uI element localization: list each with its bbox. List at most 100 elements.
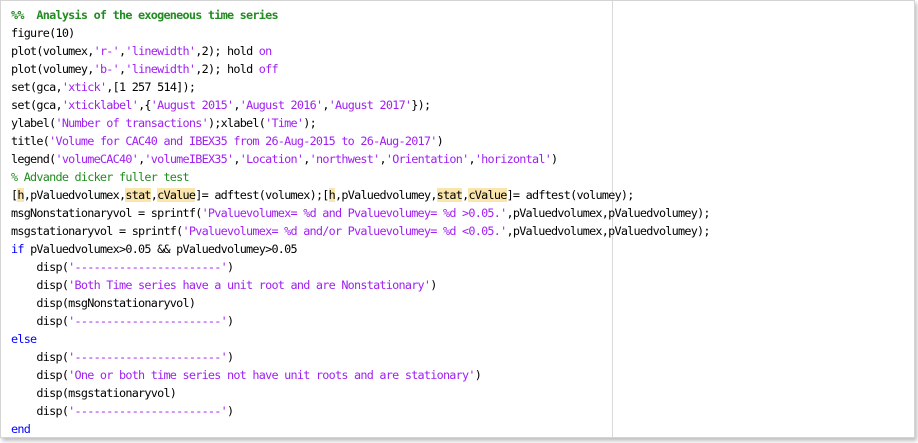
cell-title-token: %% Analysis of the exogeneous time serie…	[11, 8, 279, 22]
code-line[interactable]: legend('volumeCAC40','volumeIBEX35','Loc…	[11, 150, 710, 168]
string-token: 'Number of transactions'	[55, 116, 208, 130]
code-line[interactable]: disp('-----------------------')	[11, 402, 710, 420]
string-token: 'b-'	[93, 62, 120, 76]
string-token: 'Location'	[239, 152, 304, 166]
string-token: 'horizontal'	[474, 152, 552, 166]
code-token: ,[1 257 514]);	[106, 80, 196, 94]
code-line[interactable]: end	[11, 420, 710, 437]
code-line[interactable]: disp('Both Time series have a unit root …	[11, 276, 710, 294]
code-token: ,2); hold	[195, 44, 259, 58]
code-line[interactable]: figure(10)	[11, 24, 710, 42]
code-token: ]= adftest(volumey);	[506, 188, 635, 202]
code-editor[interactable]: %% Analysis of the exogeneous time serie…	[0, 0, 915, 438]
keyword-token: if	[11, 242, 24, 256]
string-token: '-----------------------'	[68, 404, 228, 418]
string-token: 'Volume for CAC40 and IBEX35 from 26-Aug…	[49, 134, 437, 148]
code-token: msgstationaryvol = sprintf(	[11, 224, 183, 238]
code-token: )	[226, 404, 234, 418]
code-token: ,pValuedvolumex,pValuedvolumey);	[506, 206, 711, 220]
code-token: )	[430, 278, 437, 292]
code-line[interactable]: disp('-----------------------')	[11, 348, 710, 366]
string-token: 'Both Time series have a unit root and a…	[68, 278, 431, 292]
string-token: off	[258, 62, 279, 76]
code-token: figure(10)	[11, 26, 75, 40]
code-line[interactable]: disp(msgNonstationaryvol)	[11, 294, 710, 312]
highlighted-variable: stat	[436, 188, 463, 202]
code-token: disp(	[11, 314, 69, 328]
code-token: disp(msgNonstationaryvol)	[11, 296, 196, 310]
code-line[interactable]: %% Analysis of the exogeneous time serie…	[11, 6, 710, 24]
code-line[interactable]: msgstationaryvol = sprintf('Pvaluevolume…	[11, 222, 711, 240]
string-token: 'northwest'	[309, 152, 381, 166]
code-line[interactable]: disp('-----------------------')	[11, 312, 710, 330]
code-token: ,2); hold	[195, 62, 259, 76]
code-line[interactable]: % Advande dicker fuller test	[11, 168, 710, 186]
code-token: title(	[11, 134, 50, 148]
string-token: on	[258, 44, 272, 58]
code-token: legend(	[11, 152, 56, 166]
code-line[interactable]: msgNonstationaryvol = sprintf('Pvaluevol…	[11, 204, 711, 222]
code-line[interactable]: if pValuedvolumex>0.05 && pValuedvolumey…	[11, 240, 710, 258]
code-line[interactable]: else	[11, 330, 710, 348]
code-token: disp(msgstationaryvol)	[11, 386, 177, 400]
code-token: plot(volumex,	[11, 44, 94, 58]
string-token: 'xtick'	[61, 80, 107, 94]
code-line[interactable]: set(gca,'xtick',[1 257 514]);	[11, 78, 710, 96]
string-token: 'August 2015'	[150, 98, 234, 112]
string-token: '-----------------------'	[68, 260, 228, 274]
code-line[interactable]: disp(msgstationaryvol)	[11, 384, 710, 402]
code-token: )	[226, 314, 234, 328]
string-token: 'xticklabel'	[61, 98, 139, 112]
code-token: )	[436, 134, 444, 148]
string-token: 'r-'	[93, 44, 120, 58]
string-token: '-----------------------'	[68, 314, 228, 328]
string-token: 'One or both time series not have unit r…	[68, 368, 475, 382]
string-token: 'August 2017'	[328, 98, 412, 112]
code-token: ,pValuedvolumex,pValuedvolumey);	[506, 224, 710, 238]
code-token: )	[226, 260, 234, 274]
string-token: 'volumeCAC40'	[55, 152, 139, 166]
code-token: disp(	[11, 404, 69, 418]
code-token: set(gca,	[11, 80, 63, 94]
highlighted-variable: cValue	[157, 188, 196, 202]
string-token: 'Pvaluevolumex= %d and Pvaluevolumey= %d…	[201, 206, 508, 220]
code-token: disp(	[11, 278, 69, 292]
code-token: )	[551, 152, 558, 166]
code-line[interactable]: disp('-----------------------')	[11, 258, 710, 276]
string-token: 'Orientation'	[385, 152, 469, 166]
code-token: msgNonstationaryvol = sprintf(	[11, 206, 202, 220]
code-token: });	[411, 98, 431, 112]
code-line[interactable]: plot(volumex,'r-','linewidth',2); hold o…	[11, 42, 710, 60]
string-token: 'Time'	[265, 116, 304, 130]
code-token: ,pValuedvolumex,	[23, 188, 126, 202]
code-lines[interactable]: %% Analysis of the exogeneous time serie…	[11, 6, 711, 437]
code-token: )	[474, 368, 482, 382]
code-token: disp(	[11, 260, 69, 274]
code-token: set(gca,	[11, 98, 63, 112]
code-token: plot(volumey,	[11, 62, 94, 76]
string-token: 'linewidth'	[125, 62, 196, 76]
string-token: 'August 2016'	[239, 98, 323, 112]
code-line[interactable]: disp('One or both time series not have u…	[11, 366, 710, 384]
string-token: 'linewidth'	[125, 44, 196, 58]
code-line[interactable]: ylabel('Number of transactions');xlabel(…	[11, 114, 710, 132]
string-token: 'volumeIBEX35'	[144, 152, 234, 166]
keyword-token: else	[11, 332, 37, 346]
string-token: 'Pvaluevolumex= %d and/or Pvaluevolumey=…	[182, 224, 508, 238]
highlighted-variable: stat	[125, 188, 152, 202]
code-line[interactable]: set(gca,'xticklabel',{'August 2015','Aug…	[11, 96, 710, 114]
code-token: );	[303, 116, 316, 130]
code-token: pValuedvolumex>0.05 && pValuedvolumey>0.…	[23, 242, 298, 256]
code-token: ylabel(	[11, 116, 56, 130]
highlighted-variable: cValue	[468, 188, 507, 202]
code-token: disp(	[11, 350, 69, 364]
comment-token: % Advande dicker fuller test	[11, 170, 190, 184]
code-token: )	[226, 350, 234, 364]
code-token: );xlabel(	[207, 116, 266, 130]
code-line[interactable]: title('Volume for CAC40 and IBEX35 from …	[11, 132, 710, 150]
code-token: disp(	[11, 368, 69, 382]
code-line[interactable]: [h,pValuedvolumex,stat,cValue]= adftest(…	[11, 186, 710, 204]
code-line[interactable]: plot(volumey,'b-','linewidth',2); hold o…	[11, 60, 710, 78]
code-token: ]= adftest(volumex);[	[195, 188, 329, 202]
keyword-token: end	[11, 422, 31, 436]
